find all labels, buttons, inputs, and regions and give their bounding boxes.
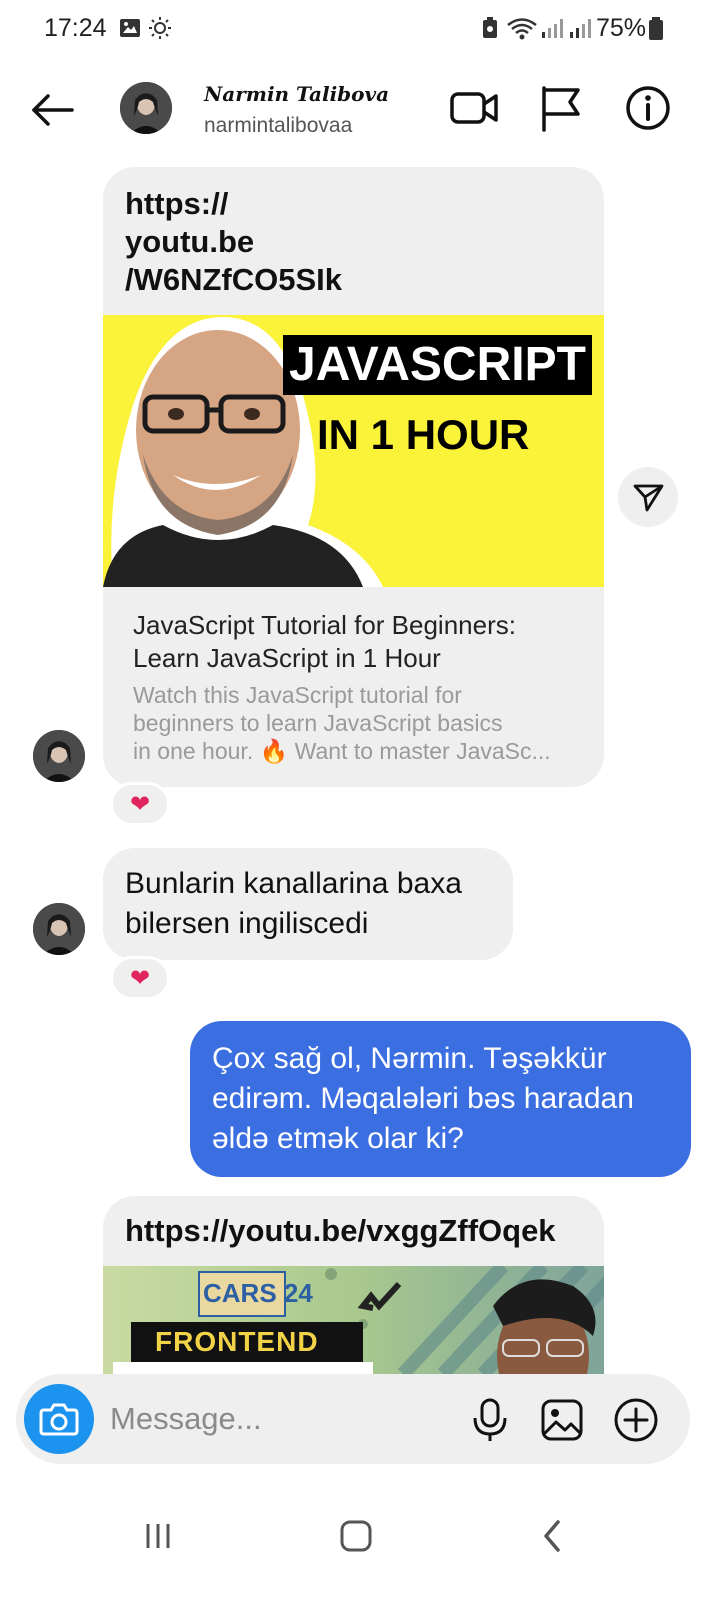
brightness-icon — [149, 17, 171, 39]
link-url[interactable]: https://youtu.be/vxggZffOqek — [103, 1196, 604, 1266]
share-send-icon[interactable] — [618, 467, 678, 527]
link-description-line: beginners to learn JavaScript basics — [133, 710, 503, 736]
link-description-line: in one hour. 🔥 Want to master JavaSc... — [133, 738, 551, 764]
heart-reaction[interactable]: ❤ — [110, 782, 170, 826]
avatar[interactable] — [120, 82, 172, 134]
battery-saver-icon — [483, 17, 497, 38]
link-message-card[interactable]: https://youtu.be/vxggZffOqek CARS 24 FRO… — [103, 1196, 604, 1374]
thumbnail-title: JAVASCRIPT — [283, 335, 592, 395]
info-icon[interactable] — [622, 82, 674, 134]
gallery-icon[interactable] — [538, 1396, 586, 1444]
back-nav-icon[interactable] — [522, 1506, 582, 1566]
recent-apps-icon[interactable] — [128, 1506, 188, 1566]
signal-icon-sim1 — [542, 19, 563, 38]
heart-icon: ❤ — [129, 964, 151, 992]
link-message-card[interactable]: https:// youtu.be /W6NZfCO5SIk JAVASCRIP… — [103, 167, 604, 787]
signal-icon-sim2 — [570, 19, 591, 38]
thumbnail-brand: CARS 24 — [203, 1278, 313, 1308]
chat-header: Narmin Talibova narmintalibovaa — [0, 60, 720, 156]
status-time: 17:24 — [44, 14, 107, 42]
message-composer — [16, 1374, 690, 1464]
contact-display-name[interactable]: Narmin Talibova — [204, 82, 389, 106]
video-thumbnail[interactable]: JAVASCRIPT IN 1 HOUR — [103, 315, 604, 587]
system-navigation-bar — [0, 1480, 720, 1600]
sender-avatar[interactable] — [33, 730, 85, 782]
battery-percentage: 75% — [596, 14, 647, 42]
outgoing-message-bubble[interactable]: Çox sağ ol, Nərmin. Təşəkkür edirəm. Məq… — [190, 1021, 691, 1177]
link-description-line: Watch this JavaScript tutorial for — [133, 682, 462, 708]
status-bar: 17:24 75% — [0, 0, 720, 56]
video-thumbnail[interactable]: CARS 24 FRONTEND — [103, 1266, 604, 1374]
add-icon[interactable] — [612, 1396, 660, 1444]
camera-icon — [39, 1403, 79, 1436]
battery-icon — [649, 17, 663, 40]
message-text: Çox sağ ol, Nərmin. Təşəkkür edirəm. Məq… — [212, 1042, 634, 1155]
gallery-notification-icon — [120, 19, 140, 37]
link-url[interactable]: https:// youtu.be /W6NZfCO5SIk — [103, 167, 604, 315]
camera-button[interactable] — [24, 1384, 94, 1454]
back-arrow-icon[interactable] — [26, 84, 78, 136]
link-title: JavaScript Tutorial for Beginners: Learn… — [133, 610, 516, 673]
microphone-icon[interactable] — [466, 1396, 514, 1444]
link-description: Watch this JavaScript tutorial for begin… — [103, 675, 604, 787]
video-call-icon[interactable] — [448, 82, 500, 134]
message-input[interactable] — [110, 1396, 440, 1442]
flag-icon[interactable] — [536, 82, 588, 134]
message-text: Bunlarin kanallarina baxa bilersen ingil… — [125, 867, 462, 940]
heart-reaction[interactable]: ❤ — [110, 956, 170, 1000]
home-icon[interactable] — [326, 1506, 386, 1566]
thumbnail-subtitle: IN 1 HOUR — [317, 411, 530, 458]
thumbnail-label: FRONTEND — [155, 1326, 319, 1357]
incoming-message-bubble[interactable]: Bunlarin kanallarina baxa bilersen ingil… — [103, 848, 513, 960]
wifi-icon — [507, 18, 537, 40]
contact-username[interactable]: narmintalibovaa — [204, 114, 352, 138]
heart-icon: ❤ — [129, 790, 151, 818]
sender-avatar[interactable] — [33, 903, 85, 955]
